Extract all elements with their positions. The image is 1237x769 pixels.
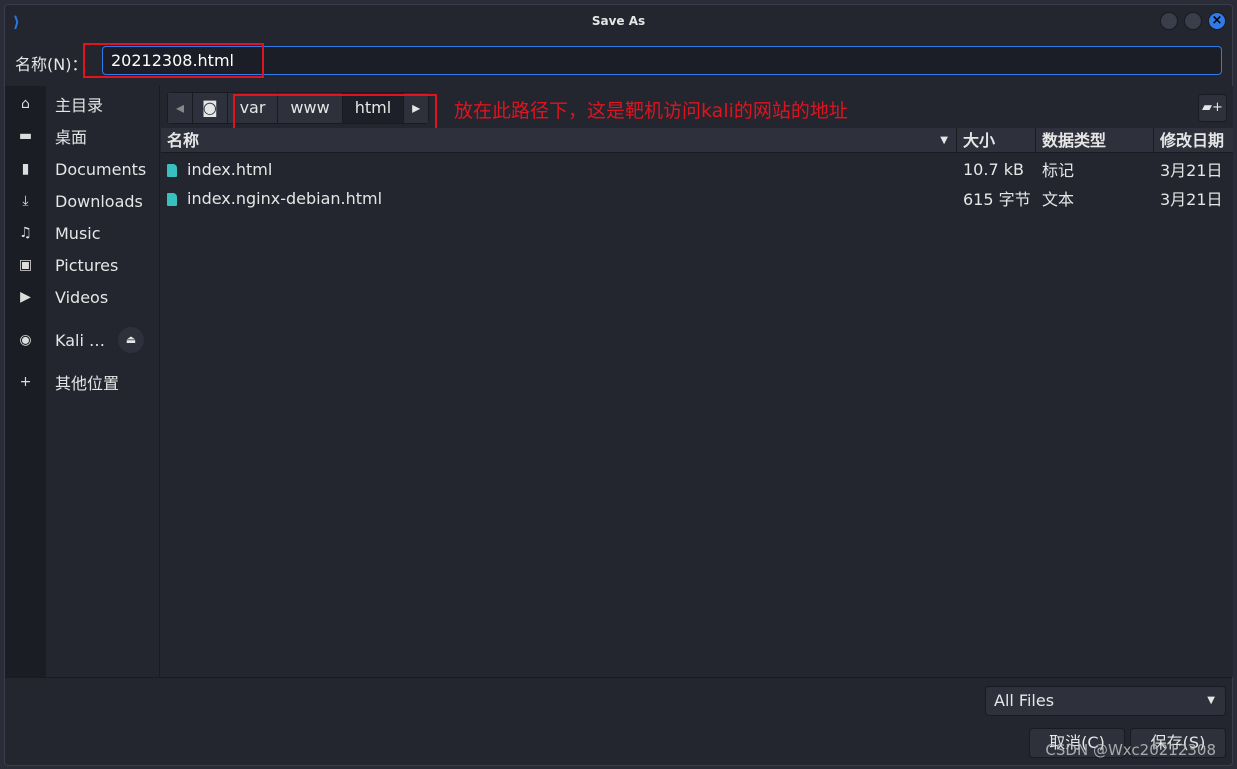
highlight-box (233, 94, 437, 132)
sidebar-item-pictures[interactable]: ▣ Pictures (5, 250, 160, 280)
file-icon (167, 192, 177, 206)
sidebar-item-other-locations[interactable]: + 其他位置 (5, 367, 160, 397)
sidebar-item-desktop[interactable]: ▬ 桌面 (5, 121, 160, 151)
sidebar-item-label: 主目录 (55, 96, 104, 115)
window-title: Save As (591, 14, 646, 28)
name-label: 名称(N)： (15, 55, 88, 74)
highlight-box (83, 43, 264, 78)
table-row[interactable]: index.html 10.7 kB 标记 3月21日 (161, 155, 1233, 183)
sidebar-item-kali[interactable]: ◉ Kali … ⏏ (5, 325, 160, 355)
file-type-filter[interactable]: All Files ▼ (985, 686, 1226, 716)
sidebar-item-videos[interactable]: ▶ Videos (5, 282, 160, 312)
sidebar-item-label: Kali … (55, 330, 105, 350)
eject-icon[interactable]: ⏏ (118, 327, 144, 353)
sidebar-item-label: Music (55, 223, 101, 243)
save-as-dialog: ⟩ Save As × 名称(N)： 20212308.html ⌂ 主目录 ▬ 桌… (4, 4, 1233, 766)
file-browser: ◂ ◙ var www html ▸ 放在此路径下，这是靶机访问kali的网站的… (161, 86, 1233, 677)
vscode-logo-icon: ⟩ (13, 13, 20, 31)
places-sidebar: ⌂ 主目录 ▬ 桌面 ▮ Documents ⤓ Downloads ♫ Music ▣ P… (5, 86, 160, 677)
music-icon: ♫ (19, 225, 32, 241)
title-bar: ⟩ Save As × (5, 5, 1232, 37)
file-icon (167, 163, 177, 177)
table-header: 名称 ▼ 大小 数据类型 修改日期 (161, 128, 1233, 153)
column-name[interactable]: 名称 ▼ (161, 128, 957, 153)
sidebar-item-label: Videos (55, 287, 109, 307)
new-folder-button[interactable]: ▰+ (1198, 94, 1227, 122)
chevron-down-icon: ▼ (1207, 695, 1215, 706)
sidebar-item-label: 其他位置 (55, 374, 120, 393)
plus-icon: + (19, 374, 32, 390)
sidebar-item-music[interactable]: ♫ Music (5, 218, 160, 248)
sidebar-item-documents[interactable]: ▮ Documents (5, 154, 160, 184)
video-icon: ▶ (20, 289, 31, 305)
table-row[interactable]: index.nginx-debian.html 615 字节 文本 3月21日 (161, 184, 1233, 212)
path-scroll-left-icon[interactable]: ◂ (168, 93, 194, 123)
annotation-text: 放在此路径下，这是靶机访问kali的网站的地址 (454, 100, 848, 122)
drive-icon[interactable]: ◙ (193, 93, 228, 123)
column-size[interactable]: 大小 (957, 128, 1036, 153)
sidebar-item-label: 桌面 (55, 128, 88, 147)
sort-down-icon: ▼ (940, 135, 948, 146)
maximize-button[interactable] (1184, 12, 1202, 30)
sidebar-item-downloads[interactable]: ⤓ Downloads (5, 186, 160, 216)
watermark: CSDN @Wxc20212308 (1045, 741, 1216, 759)
sidebar-item-label: Documents (55, 159, 147, 179)
column-modified[interactable]: 修改日期 (1154, 128, 1233, 153)
document-icon: ▮ (21, 161, 30, 177)
desktop-icon: ▬ (18, 128, 33, 144)
column-type[interactable]: 数据类型 (1036, 128, 1154, 153)
filename-input[interactable]: 20212308.html (102, 46, 1222, 75)
minimize-button[interactable] (1160, 12, 1178, 30)
sidebar-item-home[interactable]: ⌂ 主目录 (5, 89, 160, 119)
sidebar-item-label: Pictures (55, 255, 119, 275)
disc-icon: ◉ (19, 332, 32, 348)
home-icon: ⌂ (21, 96, 30, 112)
sidebar-item-label: Downloads (55, 191, 143, 211)
close-button[interactable]: × (1208, 12, 1226, 30)
download-icon: ⤓ (22, 193, 29, 209)
picture-icon: ▣ (18, 257, 33, 273)
